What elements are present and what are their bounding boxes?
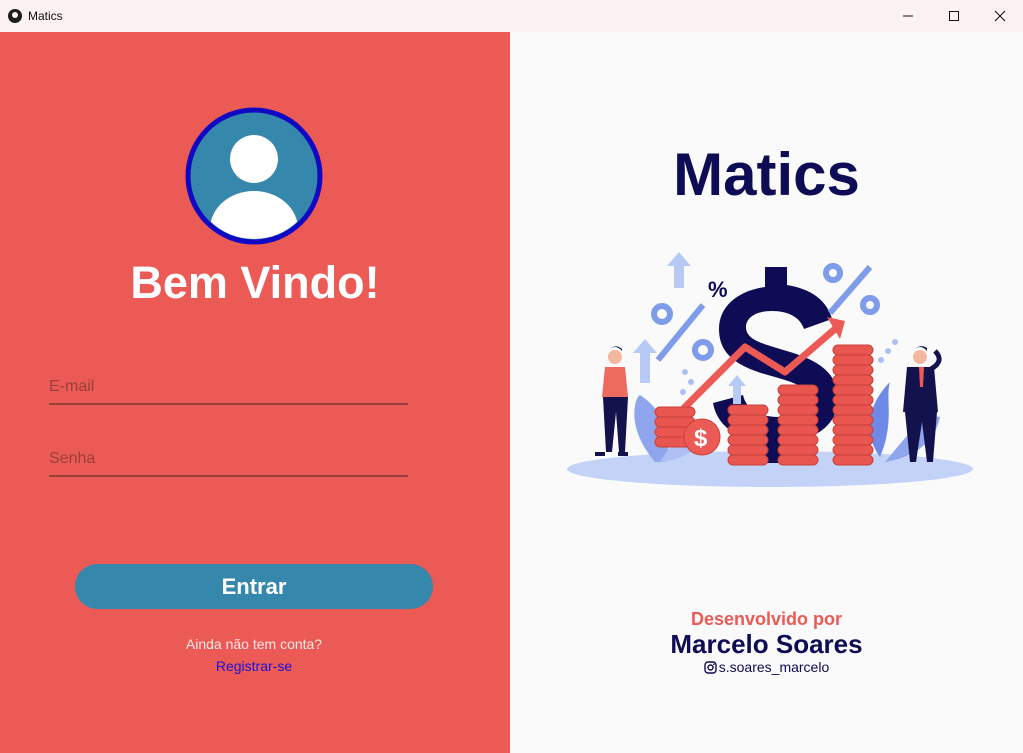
- minimize-icon: [903, 15, 913, 17]
- svg-text:%: %: [708, 277, 728, 302]
- window-title: Matics: [28, 9, 63, 23]
- instagram-icon: [704, 660, 717, 674]
- developer-name: Marcelo Soares: [670, 629, 863, 659]
- password-field[interactable]: [49, 437, 408, 475]
- register-link[interactable]: Registrar-se: [0, 658, 508, 674]
- instagram-handle: s.soares_marcelo: [718, 659, 830, 675]
- brand-title: Matics: [673, 141, 860, 208]
- no-account-text: Ainda não tem conta?: [185, 636, 323, 652]
- app-logo-icon: [8, 9, 22, 23]
- instagram-handle-row[interactable]: s.soares_marcelo: [510, 659, 1023, 675]
- title-bar: Matics: [0, 0, 1023, 32]
- email-field-wrapper: [49, 365, 408, 405]
- brand-panel: Matics % $ Desenvolvido por Marcelo Soar…: [510, 32, 1023, 753]
- maximize-icon: [949, 11, 959, 21]
- password-field-wrapper: [49, 437, 408, 477]
- minimize-button[interactable]: [885, 0, 931, 32]
- svg-text:$: $: [694, 425, 708, 452]
- close-icon: [994, 10, 1006, 22]
- login-panel: Bem Vindo! Entrar Ainda não tem conta? R…: [0, 32, 510, 753]
- welcome-heading: Bem Vindo!: [130, 257, 380, 308]
- login-button[interactable]: Entrar: [75, 564, 433, 609]
- finance-illustration: % $: [567, 252, 973, 487]
- close-button[interactable]: [977, 0, 1023, 32]
- developed-by-label: Desenvolvido por: [690, 609, 843, 629]
- maximize-button[interactable]: [931, 0, 977, 32]
- user-avatar-icon: [185, 107, 323, 245]
- email-field[interactable]: [49, 365, 408, 403]
